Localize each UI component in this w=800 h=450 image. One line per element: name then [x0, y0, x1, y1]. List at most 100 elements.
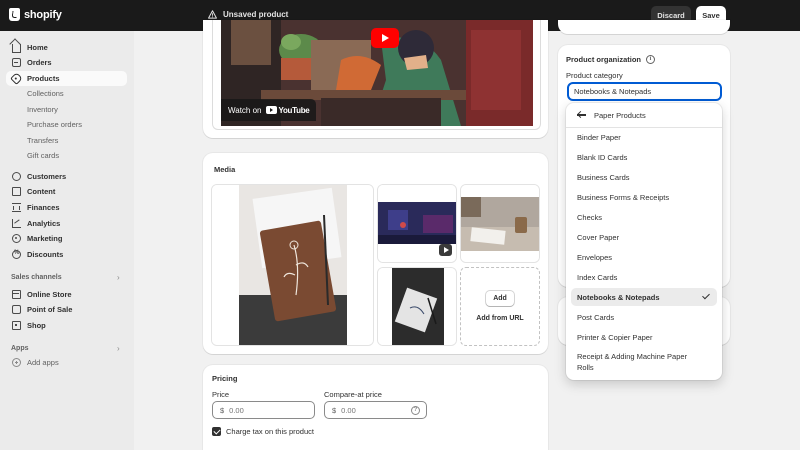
sidebar-sub-purchase-orders[interactable]: Purchase orders: [27, 118, 82, 131]
price-field[interactable]: $: [212, 401, 315, 419]
help-icon[interactable]: ?: [411, 406, 420, 415]
watch-on-label: Watch on: [228, 105, 262, 115]
media-card: Media Add Add from URL: [203, 153, 548, 354]
sidebar-sub-gift-cards[interactable]: Gift cards: [27, 149, 59, 162]
sidebar-item-orders[interactable]: Orders: [6, 55, 127, 70]
sidebar-sub-inventory[interactable]: Inventory: [27, 103, 58, 116]
dropdown-back-label: Paper Products: [594, 110, 646, 120]
watch-on-youtube[interactable]: Watch on YouTube: [221, 99, 317, 121]
sales-channels-heading[interactable]: Sales channels: [11, 274, 62, 281]
sidebar: Home Orders Products Collections Invento…: [0, 31, 134, 450]
sidebar-item-shop[interactable]: Shop: [6, 318, 127, 333]
sidebar-item-analytics[interactable]: Analytics: [6, 216, 127, 231]
category-dropdown: Paper Products Binder Paper Blank ID Car…: [566, 103, 722, 380]
sidebar-item-online-store[interactable]: Online Store: [6, 287, 127, 302]
sidebar-item-label: Content: [27, 187, 56, 196]
charge-tax-checkbox[interactable]: [212, 427, 221, 436]
dropdown-option[interactable]: Checks: [571, 208, 717, 226]
shopify-bag-icon: [9, 8, 20, 21]
arrow-left-icon: [577, 111, 586, 119]
dropdown-option[interactable]: Business Cards: [571, 168, 717, 186]
add-media-tile[interactable]: Add Add from URL: [460, 267, 540, 346]
currency-symbol: $: [220, 405, 225, 415]
dropdown-option[interactable]: Business Forms & Receipts: [571, 188, 717, 206]
add-apps-label: Add apps: [27, 358, 59, 367]
add-apps-link[interactable]: Add apps: [12, 358, 59, 367]
product-organization-heading: Product organization i: [566, 55, 655, 64]
sketch-image: [378, 268, 456, 345]
info-icon[interactable]: i: [646, 55, 655, 64]
product-category-field[interactable]: [567, 82, 722, 101]
dropdown-back-button[interactable]: Paper Products: [566, 103, 722, 128]
sidebar-item-content[interactable]: Content: [6, 184, 127, 199]
notebook-image: [212, 185, 373, 345]
store-icon: [12, 290, 21, 299]
sidebar-item-finances[interactable]: Finances: [6, 200, 127, 215]
chevron-right-icon[interactable]: ›: [117, 344, 120, 353]
apps-heading[interactable]: Apps: [11, 345, 29, 352]
unsaved-status: Unsaved product: [208, 10, 288, 19]
product-category-label: Product category: [566, 71, 623, 80]
unsaved-label: Unsaved product: [223, 10, 289, 19]
sidebar-sub-collections[interactable]: Collections: [27, 87, 64, 100]
product-organization-title: Product organization: [566, 55, 641, 64]
dropdown-option[interactable]: Receipt & Adding Machine Paper Rolls: [571, 349, 701, 375]
video-thumbnail: Watch on YouTube: [221, 20, 533, 126]
person-icon: [12, 172, 21, 181]
sidebar-item-point-of-sale[interactable]: Point of Sale: [6, 302, 127, 317]
sidebar-item-marketing[interactable]: Marketing: [6, 231, 127, 246]
media-tile-main[interactable]: [211, 184, 374, 346]
sidebar-item-discounts[interactable]: Discounts: [6, 247, 127, 262]
orders-icon: [12, 58, 21, 67]
dropdown-option[interactable]: Post Cards: [571, 308, 717, 326]
dropdown-option[interactable]: Binder Paper: [571, 128, 717, 146]
compare-price-label: Compare-at price: [324, 390, 382, 399]
sidebar-item-label: Home: [27, 43, 48, 52]
product-category-input[interactable]: [574, 87, 714, 96]
media-tile-video-1[interactable]: [377, 184, 457, 263]
sidebar-item-label: Orders: [27, 58, 52, 67]
brand-name: shopify: [24, 8, 62, 21]
sidebar-item-home[interactable]: Home: [6, 40, 127, 55]
sidebar-item-label: Marketing: [27, 234, 63, 243]
bank-icon: [12, 203, 21, 212]
target-icon: [12, 234, 21, 243]
pricing-title: Pricing: [212, 374, 238, 383]
plus-circle-icon: [12, 358, 21, 367]
pos-icon: [12, 305, 21, 314]
sidebar-sub-transfers[interactable]: Transfers: [27, 134, 58, 147]
youtube-play-button[interactable]: [371, 28, 399, 48]
dropdown-option[interactable]: Cover Paper: [571, 228, 717, 246]
shopify-logo[interactable]: shopify: [9, 8, 62, 21]
compare-price-field[interactable]: $ ?: [324, 401, 427, 419]
sidebar-item-label: Point of Sale: [27, 305, 73, 314]
checkmark-icon: [702, 291, 710, 300]
price-input[interactable]: [229, 405, 290, 415]
sidebar-item-label: Online Store: [27, 290, 72, 299]
media-tile-image-2[interactable]: [460, 184, 540, 263]
sidebar-item-customers[interactable]: Customers: [6, 169, 127, 184]
dropdown-option[interactable]: Index Cards: [571, 268, 717, 286]
video-badge-icon: [439, 244, 452, 256]
content-icon: [12, 187, 21, 196]
youtube-icon: [265, 106, 277, 114]
chevron-right-icon[interactable]: ›: [117, 273, 120, 282]
dropdown-option[interactable]: Blank ID Cards: [571, 148, 717, 166]
dropdown-option[interactable]: Printer & Copier Paper: [571, 328, 717, 346]
add-from-url-link[interactable]: Add from URL: [476, 315, 523, 322]
sidebar-item-label: Customers: [27, 172, 67, 181]
pricing-card: Pricing Price $ Compare-at price $ ?: [203, 365, 548, 450]
sidebar-item-products[interactable]: Products: [6, 71, 127, 86]
sidebar-item-label: Shop: [27, 321, 46, 330]
media-title: Media: [214, 165, 236, 174]
price-label: Price: [212, 390, 230, 399]
dropdown-option-selected[interactable]: Notebooks & Notepads: [571, 288, 717, 306]
charge-tax-label[interactable]: Charge tax on this product: [226, 427, 314, 436]
media-tile-image-3[interactable]: [377, 267, 457, 346]
youtube-embed[interactable]: Watch on YouTube: [212, 20, 541, 130]
compare-price-input[interactable]: [341, 405, 402, 415]
dropdown-option[interactable]: Envelopes: [571, 248, 717, 266]
video-card: Watch on YouTube: [203, 20, 548, 138]
add-media-button[interactable]: Add: [486, 291, 514, 306]
youtube-label: YouTube: [278, 105, 310, 115]
